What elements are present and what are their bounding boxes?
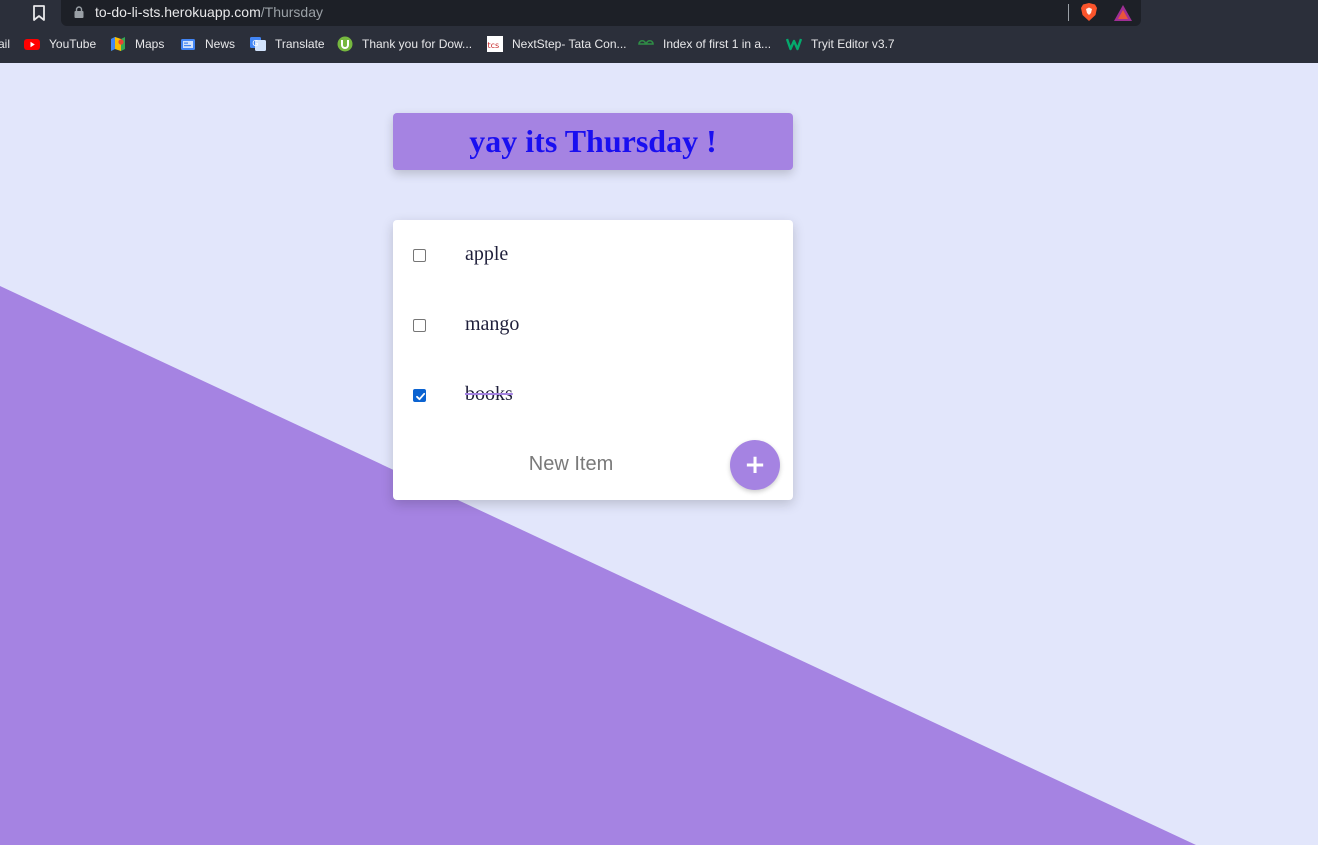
bookmark-label: Maps [135, 37, 165, 51]
translate-icon: G [250, 37, 266, 51]
list-item: books [393, 360, 793, 430]
svg-text:G: G [252, 39, 258, 48]
bookmark-geeksforgeeks[interactable]: Index of first 1 in a... [638, 30, 771, 58]
item-checkbox[interactable] [413, 319, 426, 332]
url-divider [1068, 4, 1069, 21]
bookmark-w3schools[interactable]: Tryit Editor v3.7 [786, 30, 895, 58]
bookmark-label: YouTube [49, 37, 97, 51]
url-host: to-do-li-sts.herokuapp.com [95, 4, 261, 20]
bookmark-label: Tryit Editor v3.7 [811, 37, 895, 51]
address-row: to-do-li-sts.herokuapp.com/Thursday [0, 0, 1318, 26]
utorrent-icon [337, 36, 353, 52]
item-label: books [465, 383, 513, 405]
checkmark-icon [416, 392, 426, 401]
w3schools-icon [786, 38, 802, 51]
bookmark-label: Translate [275, 37, 325, 51]
address-bar[interactable]: to-do-li-sts.herokuapp.com/Thursday [61, 0, 1141, 26]
bookmark-youtube[interactable]: YouTube [24, 30, 96, 58]
bookmark-label: Index of first 1 in a... [663, 37, 772, 51]
youtube-icon [24, 39, 40, 50]
bookmarks-bar: ail YouTube Maps News G Translate Thank … [0, 30, 1318, 58]
page-title: yay its Thursday ! [469, 123, 717, 159]
item-checkbox[interactable] [413, 249, 426, 262]
bookmark-label: Thank you for Dow... [362, 37, 473, 51]
bookmark-icon[interactable] [30, 4, 48, 22]
item-label: apple [465, 243, 509, 265]
bookmark-utorrent[interactable]: Thank you for Dow... [337, 30, 472, 58]
bookmark-label: ail [0, 37, 11, 51]
item-label: mango [465, 313, 520, 335]
svg-text:tcs: tcs [488, 41, 500, 50]
bookmark-news[interactable]: News [180, 30, 235, 58]
bookmark-maps[interactable]: Maps [110, 30, 164, 58]
list-item: mango [393, 290, 793, 360]
brave-rewards-icon[interactable] [1113, 4, 1133, 22]
news-icon [181, 39, 195, 50]
geeksforgeeks-icon [638, 40, 654, 45]
bookmark-tcs[interactable]: tcs NextStep- Tata Con... [487, 30, 627, 58]
bookmark-label: News [205, 37, 236, 51]
url-text: to-do-li-sts.herokuapp.com/Thursday [95, 4, 323, 20]
item-checkbox[interactable] [413, 389, 426, 402]
list-item: apple [393, 220, 793, 290]
browser-chrome: to-do-li-sts.herokuapp.com/Thursday ail … [0, 0, 1318, 63]
lock-icon [74, 6, 84, 18]
tcs-icon: tcs [487, 36, 503, 52]
todo-card: apple mango books + [393, 220, 793, 500]
brave-shield-icon[interactable] [1080, 2, 1098, 22]
bookmark-translate[interactable]: G Translate [250, 30, 325, 58]
heading-box: yay its Thursday ! [393, 113, 793, 170]
add-item-button[interactable]: + [730, 440, 780, 490]
bookmark-label: NextStep- Tata Con... [512, 37, 627, 51]
url-path: /Thursday [260, 4, 323, 20]
bookmark-gmail[interactable]: ail [0, 30, 10, 58]
new-item-input[interactable] [413, 446, 729, 482]
maps-icon [111, 37, 125, 51]
